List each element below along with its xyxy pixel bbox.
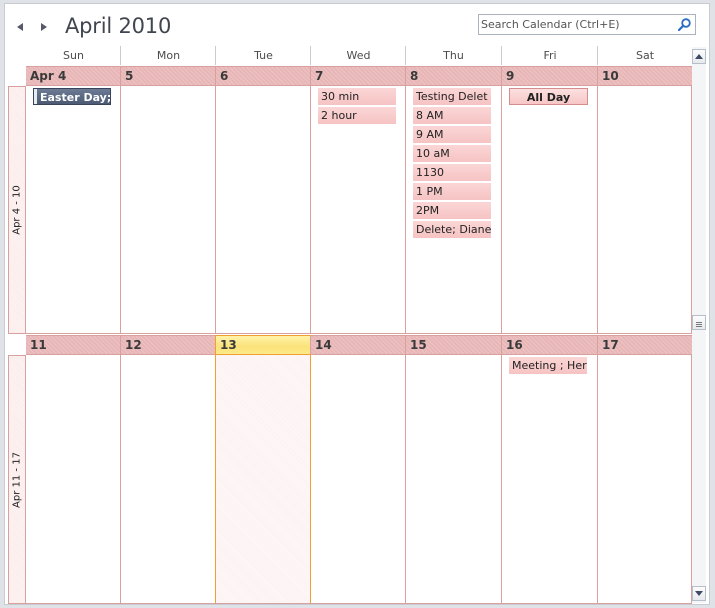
scroll-thumb[interactable] [692, 315, 706, 330]
triangle-right-icon [41, 23, 47, 31]
grid-line [120, 86, 121, 333]
week-2-date-row: 11 12 13 14 15 16 17 [26, 335, 692, 355]
week-tab-2[interactable]: Apr 11 - 17 [8, 355, 26, 604]
appointment-meeting[interactable]: Meeting ; Her [509, 357, 587, 374]
appointment[interactable]: 1 PM [413, 183, 491, 200]
appointment[interactable]: 30 min [318, 88, 396, 105]
appointment[interactable]: 1130 [413, 164, 491, 181]
appointment-all-day[interactable]: All Day [509, 88, 588, 105]
grid-line [405, 86, 406, 333]
date-cell[interactable]: 10 [597, 67, 692, 85]
date-cell[interactable]: 8 [405, 67, 502, 85]
appointment[interactable]: Delete; Diane [413, 221, 491, 238]
day-header-fri: Fri [501, 46, 598, 65]
appointment[interactable]: 2 hour [318, 107, 396, 124]
week-label: Apr 4 - 10 [11, 185, 23, 235]
week-2-body[interactable]: Meeting ; Her [26, 355, 692, 604]
grid-line [405, 355, 406, 603]
magnifier-icon[interactable] [677, 17, 692, 32]
grid-line [597, 86, 598, 333]
scroll-down-button[interactable] [692, 586, 706, 601]
search-box[interactable] [478, 14, 696, 35]
date-cell[interactable]: 16 [501, 336, 598, 354]
month-title: April 2010 [65, 14, 172, 38]
week-label: Apr 11 - 17 [11, 451, 23, 508]
previous-month-button[interactable] [14, 19, 26, 35]
grid-line [120, 355, 121, 603]
appointment[interactable]: 9 AM [413, 126, 491, 143]
grid-line [215, 86, 216, 333]
appointment[interactable]: 8 AM [413, 107, 491, 124]
date-cell[interactable]: 15 [405, 336, 502, 354]
date-cell[interactable]: 12 [120, 336, 216, 354]
scroll-up-button[interactable] [692, 49, 706, 64]
day-header-thu: Thu [405, 46, 501, 65]
date-cell[interactable]: 7 [310, 67, 406, 85]
appointment-easter-day[interactable]: Easter Day; U [33, 88, 111, 105]
grid-line [501, 86, 502, 333]
week-1-body[interactable]: Easter Day; U 30 min 2 hour Testing Dele… [26, 86, 692, 334]
day-header-mon: Mon [120, 46, 216, 65]
grid-line [597, 355, 598, 603]
scroll-up-icon [695, 54, 703, 59]
day-header-sun: Sun [63, 49, 84, 62]
appointment[interactable]: Testing Delet [413, 88, 491, 105]
week-1-date-row: Apr 4 5 6 7 8 9 10 [26, 66, 692, 86]
today-column[interactable] [215, 355, 311, 603]
date-cell[interactable]: Apr 4 [26, 67, 121, 85]
date-cell[interactable]: 6 [215, 67, 311, 85]
day-header-wed: Wed [310, 46, 406, 65]
date-cell[interactable]: 11 [26, 336, 121, 354]
date-cell[interactable]: 17 [597, 336, 692, 354]
date-cell[interactable]: 9 [501, 67, 598, 85]
date-cell[interactable]: 14 [310, 336, 406, 354]
date-cell[interactable]: 5 [120, 67, 216, 85]
grid-line [501, 355, 502, 603]
vertical-scrollbar[interactable] [692, 47, 706, 603]
day-header-sat: Sat [597, 46, 692, 65]
next-month-button[interactable] [38, 19, 50, 35]
scroll-down-icon [695, 591, 703, 596]
grid-line [310, 86, 311, 333]
date-cell-today[interactable]: 13 [215, 335, 311, 355]
triangle-left-icon [17, 23, 23, 31]
week-tab-1[interactable]: Apr 4 - 10 [8, 86, 26, 334]
appointment[interactable]: 2PM [413, 202, 491, 219]
appointment[interactable]: 10 aM [413, 145, 491, 162]
grip-icon [696, 322, 702, 327]
search-input[interactable] [481, 16, 671, 33]
day-header-tue: Tue [215, 46, 311, 65]
